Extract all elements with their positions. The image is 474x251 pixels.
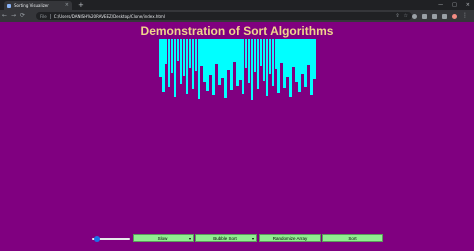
speed-select-value: Slow (157, 235, 168, 241)
algorithm-select-value: Bubble Sort (213, 235, 237, 241)
sort-button[interactable]: Sort (322, 234, 383, 242)
page-favicon-icon (7, 3, 11, 8)
address-bar-actions: ⇪ ☆ (395, 13, 408, 19)
extension-icon-2[interactable] (422, 13, 427, 19)
menu-dots-icon[interactable]: ⋮ (462, 12, 468, 20)
address-bar[interactable]: File C:/Users/DANISH%20RAVEEZ/Desktop/Cl… (36, 12, 412, 20)
profile-avatar-icon[interactable] (452, 13, 457, 19)
file-scheme-label: File (40, 13, 47, 19)
controls-bar: Slow ▾ Bubble Sort ▾ Randomize Array Sor… (0, 233, 474, 243)
browser-toolbar: ← → ⟳ File C:/Users/DANISH%20RAVEEZ/Desk… (0, 10, 474, 22)
page-body: Demonstration of Sort Algorithms Slow ▾ … (0, 22, 474, 251)
tab-sorting-visualizer[interactable]: Sorting Visualizer × (4, 1, 72, 10)
tab-title: Sorting Visualizer (14, 3, 49, 8)
forward-icon[interactable]: → (9, 10, 18, 22)
randomize-array-button[interactable]: Randomize Array (259, 234, 321, 242)
share-icon[interactable]: ⇪ (395, 13, 399, 19)
extension-icon-1[interactable] (412, 13, 417, 19)
back-icon[interactable]: ← (0, 10, 9, 22)
algorithm-select[interactable]: Bubble Sort ▾ (195, 234, 257, 242)
tab-strip: Sorting Visualizer × + — □ × (0, 0, 474, 10)
window-controls: — □ × (438, 1, 470, 9)
address-divider (49, 13, 51, 19)
browser-chrome: Sorting Visualizer × + — □ × ← → ⟳ File … (0, 0, 474, 22)
url-text[interactable]: C:/Users/DANISH%20RAVEEZ/Desktop/Clone/i… (54, 14, 165, 19)
extensions-puzzle-icon[interactable] (432, 13, 437, 19)
close-window-icon[interactable]: × (466, 1, 470, 9)
extension-area: ⋮ (412, 12, 468, 20)
speed-select[interactable]: Slow ▾ (133, 234, 194, 242)
sidebar-icon[interactable] (442, 13, 447, 19)
speed-slider-thumb[interactable] (93, 236, 100, 242)
chevron-down-icon: ▾ (251, 235, 254, 241)
minimize-icon[interactable]: — (438, 1, 443, 9)
array-bars (159, 39, 316, 101)
array-bar (313, 39, 316, 79)
tab-close-icon[interactable]: × (65, 3, 69, 8)
bookmark-star-icon[interactable]: ☆ (404, 13, 408, 19)
new-tab-icon[interactable]: + (78, 1, 84, 9)
chevron-down-icon: ▾ (188, 235, 191, 241)
reload-icon[interactable]: ⟳ (18, 10, 27, 22)
maximize-icon[interactable]: □ (452, 1, 457, 9)
page-title: Demonstration of Sort Algorithms (140, 24, 334, 38)
